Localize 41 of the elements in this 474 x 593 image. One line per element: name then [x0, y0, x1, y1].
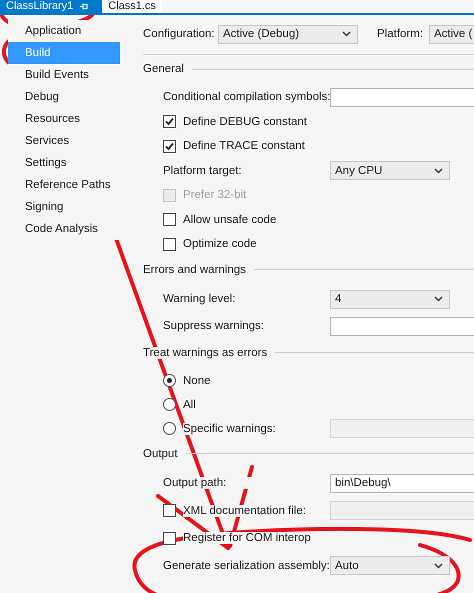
checkbox-label: Define TRACE constant — [183, 140, 305, 152]
chevron-icon — [434, 168, 443, 174]
input-field[interactable]: bin\Debug\ — [330, 474, 474, 493]
dropdown[interactable]: 4 — [330, 290, 450, 308]
section-header: General — [143, 63, 184, 75]
document-tab[interactable]: Class1.cs — [102, 0, 162, 13]
radio-label: Specific warnings: — [183, 422, 276, 434]
checkbox[interactable] — [163, 115, 176, 128]
platform-dropdown[interactable]: Active ( — [429, 24, 474, 44]
checkbox-label: XML documentation file: — [183, 504, 306, 517]
chevron-icon — [434, 562, 443, 569]
checkbox[interactable] — [163, 140, 176, 153]
checkbox-label: Define DEBUG constant — [183, 116, 308, 128]
input-field[interactable] — [330, 316, 474, 336]
pin-icon[interactable] — [79, 2, 88, 11]
radio-label: None — [183, 374, 210, 386]
checkbox[interactable] — [163, 532, 176, 545]
checkbox[interactable] — [163, 238, 176, 251]
section-header: Treat warnings as errors — [143, 346, 268, 358]
radio-button[interactable] — [163, 374, 176, 387]
checkbox-label: Optimize code — [183, 238, 257, 250]
checkbox[interactable] — [163, 213, 176, 226]
section-header: Output — [143, 448, 178, 460]
platform-label: Platform: — [377, 28, 424, 40]
checkbox-label: Register for COM interop — [183, 532, 311, 544]
checkbox-label: Allow unsafe code — [183, 214, 276, 226]
chevron-icon — [434, 296, 443, 302]
checkbox-label: Prefer 32-bit — [183, 189, 246, 202]
input-field[interactable] — [330, 88, 474, 107]
document-tab[interactable]: ClassLibrary1 — [0, 0, 102, 13]
dropdown[interactable]: Any CPU — [330, 161, 450, 180]
chevron-icon — [342, 31, 351, 37]
radio-button[interactable] — [163, 422, 176, 435]
field-label: Generate serialization assembly: — [163, 560, 330, 572]
checkbox[interactable] — [163, 504, 176, 518]
section-header: Errors and warnings — [143, 264, 246, 276]
configuration-dropdown[interactable]: Active (Debug) — [218, 24, 358, 44]
field-label: Conditional compilation symbols: — [163, 91, 330, 104]
radio-button[interactable] — [163, 398, 176, 411]
radio-label: All — [183, 398, 196, 410]
dropdown[interactable]: Auto — [330, 556, 450, 576]
